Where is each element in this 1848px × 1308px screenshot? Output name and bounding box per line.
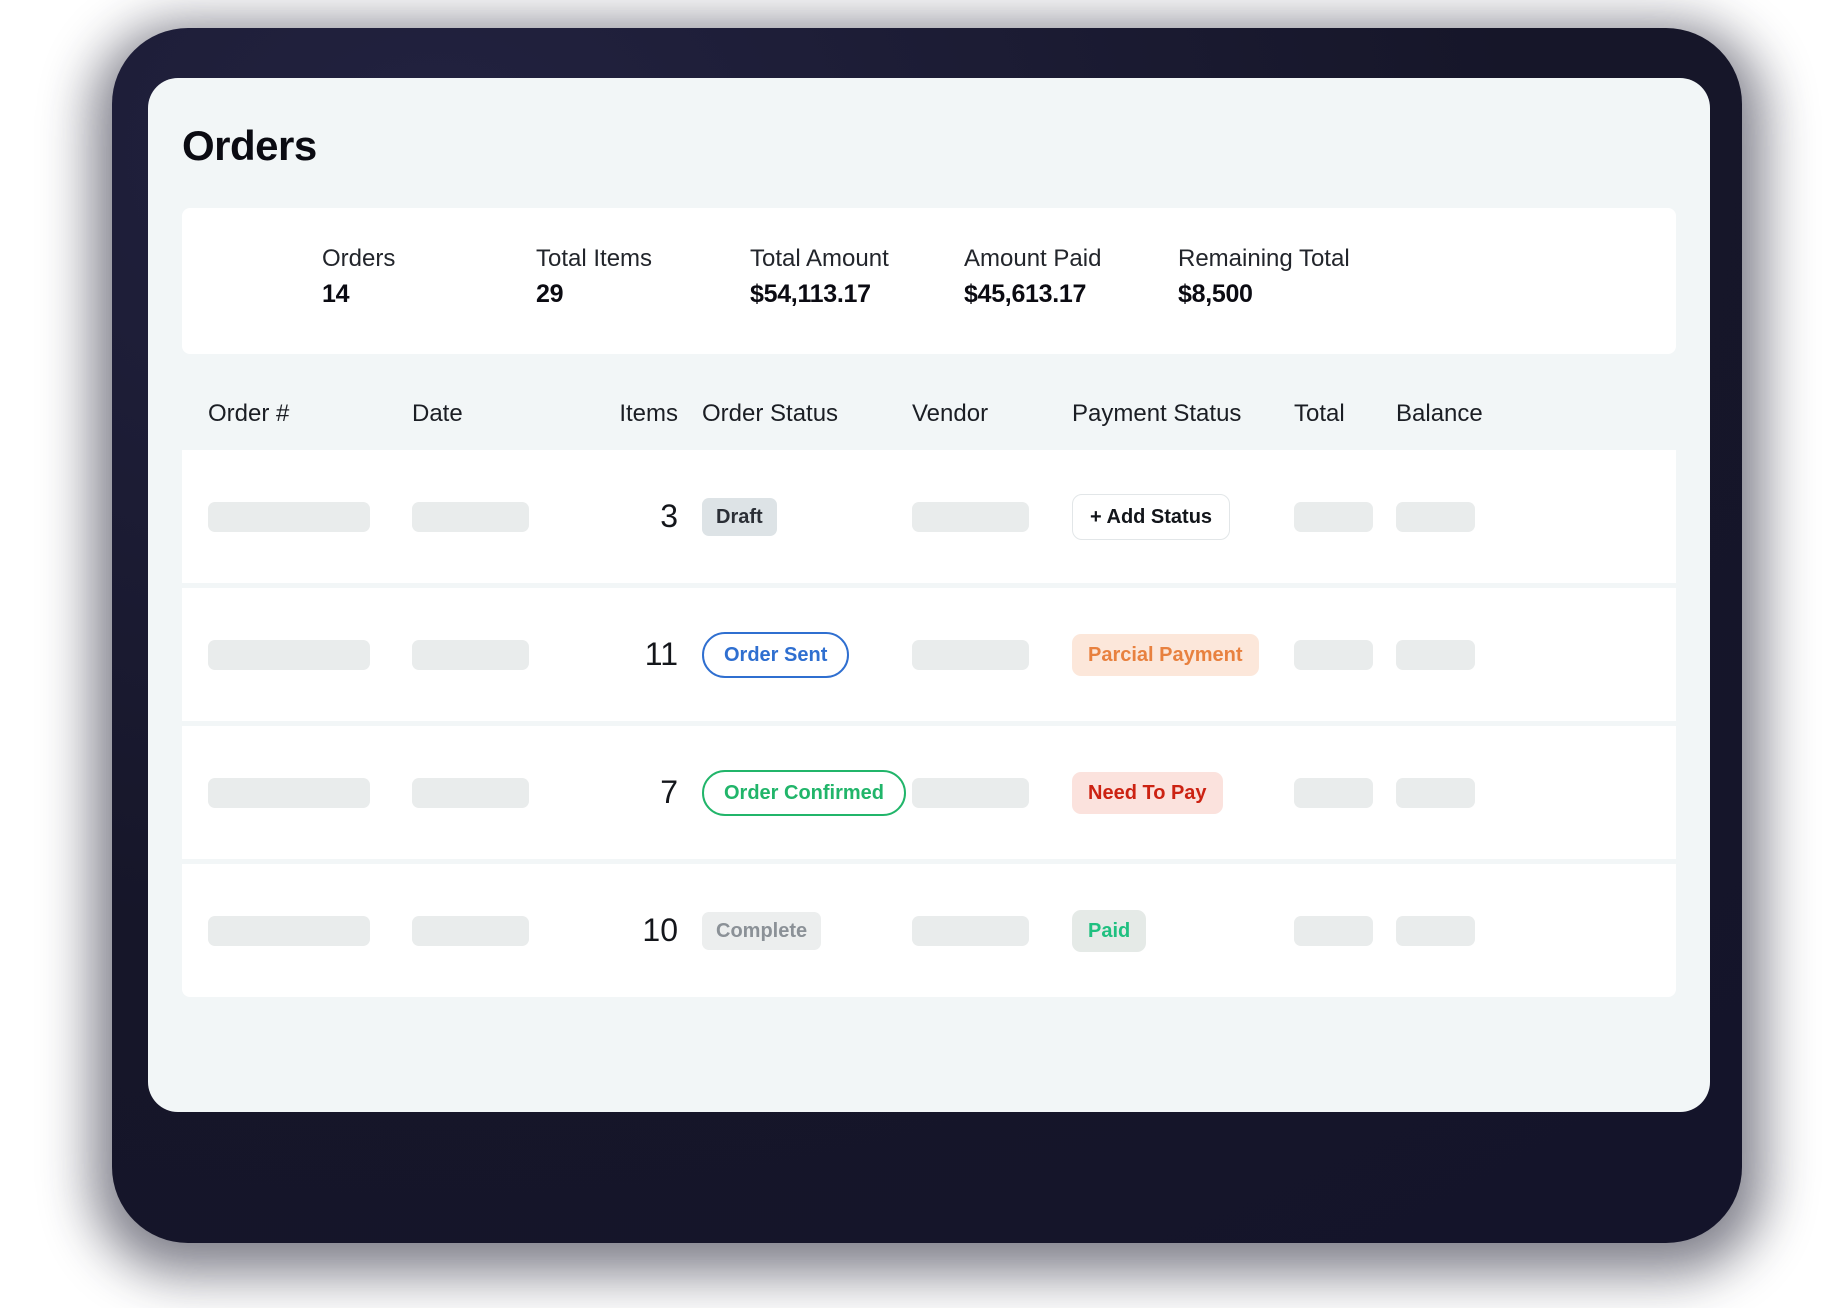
cell-items: 3 (584, 498, 702, 535)
cell-items: 7 (584, 774, 702, 811)
stat-total-amount: Total Amount $54,113.17 (750, 244, 964, 309)
cell-vendor (912, 778, 1072, 808)
cell-date (412, 640, 584, 670)
add-status-button[interactable]: + Add Status (1072, 494, 1230, 540)
cell-order (182, 502, 412, 532)
cell-items: 10 (584, 912, 702, 949)
order-status-badge[interactable]: Order Confirmed (702, 770, 906, 816)
orders-table: Order # Date Items Order Status Vendor P… (182, 378, 1676, 997)
stat-total-items: Total Items 29 (536, 244, 750, 309)
cell-date (412, 502, 584, 532)
stat-remaining-total-value: $8,500 (1178, 280, 1392, 309)
cell-order-status: Complete (702, 912, 912, 950)
cell-date (412, 778, 584, 808)
cell-balance (1396, 916, 1536, 946)
order-placeholder (208, 778, 370, 808)
vendor-placeholder (912, 778, 1029, 808)
order-status-badge[interactable]: Complete (702, 912, 821, 950)
total-placeholder (1294, 502, 1373, 532)
payment-status-badge[interactable]: Parcial Payment (1072, 634, 1259, 676)
summary-card: Orders 14 Total Items 29 Total Amount $5… (182, 208, 1676, 354)
column-header-vendor[interactable]: Vendor (912, 400, 1072, 428)
date-placeholder (412, 778, 529, 808)
cell-total (1294, 778, 1396, 808)
order-placeholder (208, 916, 370, 946)
stat-amount-paid: Amount Paid $45,613.17 (964, 244, 1178, 309)
column-header-payment-status[interactable]: Payment Status (1072, 400, 1294, 428)
page-title: Orders (182, 122, 317, 170)
cell-order (182, 778, 412, 808)
stat-orders: Orders 14 (322, 244, 536, 309)
table-row[interactable]: 11 Order Sent Parcial Payment (182, 588, 1676, 721)
cell-balance (1396, 778, 1536, 808)
stat-orders-value: 14 (322, 280, 536, 309)
table-header-row: Order # Date Items Order Status Vendor P… (182, 378, 1676, 450)
screenshot-stage: Orders Orders 14 Total Items 29 Total Am… (0, 0, 1848, 1308)
table-row[interactable]: 10 Complete Paid (182, 864, 1676, 997)
table-row[interactable]: 3 Draft + Add Status (182, 450, 1676, 583)
stat-remaining-total: Remaining Total $8,500 (1178, 244, 1392, 309)
stat-amount-paid-value: $45,613.17 (964, 280, 1178, 309)
cell-vendor (912, 916, 1072, 946)
cell-order-status: Draft (702, 498, 912, 536)
date-placeholder (412, 916, 529, 946)
cell-balance (1396, 640, 1536, 670)
column-header-date[interactable]: Date (412, 400, 584, 428)
order-status-badge[interactable]: Draft (702, 498, 777, 536)
column-header-order-status[interactable]: Order Status (702, 400, 912, 428)
cell-total (1294, 916, 1396, 946)
column-header-total[interactable]: Total (1294, 400, 1396, 428)
cell-vendor (912, 502, 1072, 532)
cell-payment-status: Need To Pay (1072, 772, 1294, 814)
stat-total-items-value: 29 (536, 280, 750, 309)
cell-payment-status: Paid (1072, 910, 1294, 952)
balance-placeholder (1396, 640, 1475, 670)
table-row[interactable]: 7 Order Confirmed Need To Pay (182, 726, 1676, 859)
total-placeholder (1294, 778, 1373, 808)
stat-orders-label: Orders (322, 244, 536, 274)
cell-order (182, 916, 412, 946)
cell-total (1294, 502, 1396, 532)
stat-total-items-label: Total Items (536, 244, 750, 274)
column-header-order[interactable]: Order # (182, 400, 412, 428)
total-placeholder (1294, 640, 1373, 670)
stat-total-amount-value: $54,113.17 (750, 280, 964, 309)
column-header-items[interactable]: Items (584, 400, 702, 428)
summary-stats: Orders 14 Total Items 29 Total Amount $5… (322, 244, 1676, 309)
cell-order-status: Order Sent (702, 632, 912, 678)
balance-placeholder (1396, 502, 1475, 532)
cell-date (412, 916, 584, 946)
vendor-placeholder (912, 640, 1029, 670)
payment-status-badge[interactable]: Paid (1072, 910, 1146, 952)
date-placeholder (412, 640, 529, 670)
cell-order-status: Order Confirmed (702, 770, 912, 816)
payment-status-badge[interactable]: Need To Pay (1072, 772, 1223, 814)
order-placeholder (208, 640, 370, 670)
cell-total (1294, 640, 1396, 670)
vendor-placeholder (912, 502, 1029, 532)
cell-payment-status: Parcial Payment (1072, 634, 1294, 676)
cell-vendor (912, 640, 1072, 670)
stat-remaining-total-label: Remaining Total (1178, 244, 1392, 274)
cell-payment-status: + Add Status (1072, 494, 1294, 540)
balance-placeholder (1396, 778, 1475, 808)
order-status-badge[interactable]: Order Sent (702, 632, 849, 678)
cell-order (182, 640, 412, 670)
app-screen: Orders Orders 14 Total Items 29 Total Am… (148, 78, 1710, 1112)
total-placeholder (1294, 916, 1373, 946)
cell-items: 11 (584, 636, 702, 673)
column-header-balance[interactable]: Balance (1396, 400, 1536, 428)
balance-placeholder (1396, 916, 1475, 946)
cell-balance (1396, 502, 1536, 532)
order-placeholder (208, 502, 370, 532)
vendor-placeholder (912, 916, 1029, 946)
stat-total-amount-label: Total Amount (750, 244, 964, 274)
stat-amount-paid-label: Amount Paid (964, 244, 1178, 274)
date-placeholder (412, 502, 529, 532)
